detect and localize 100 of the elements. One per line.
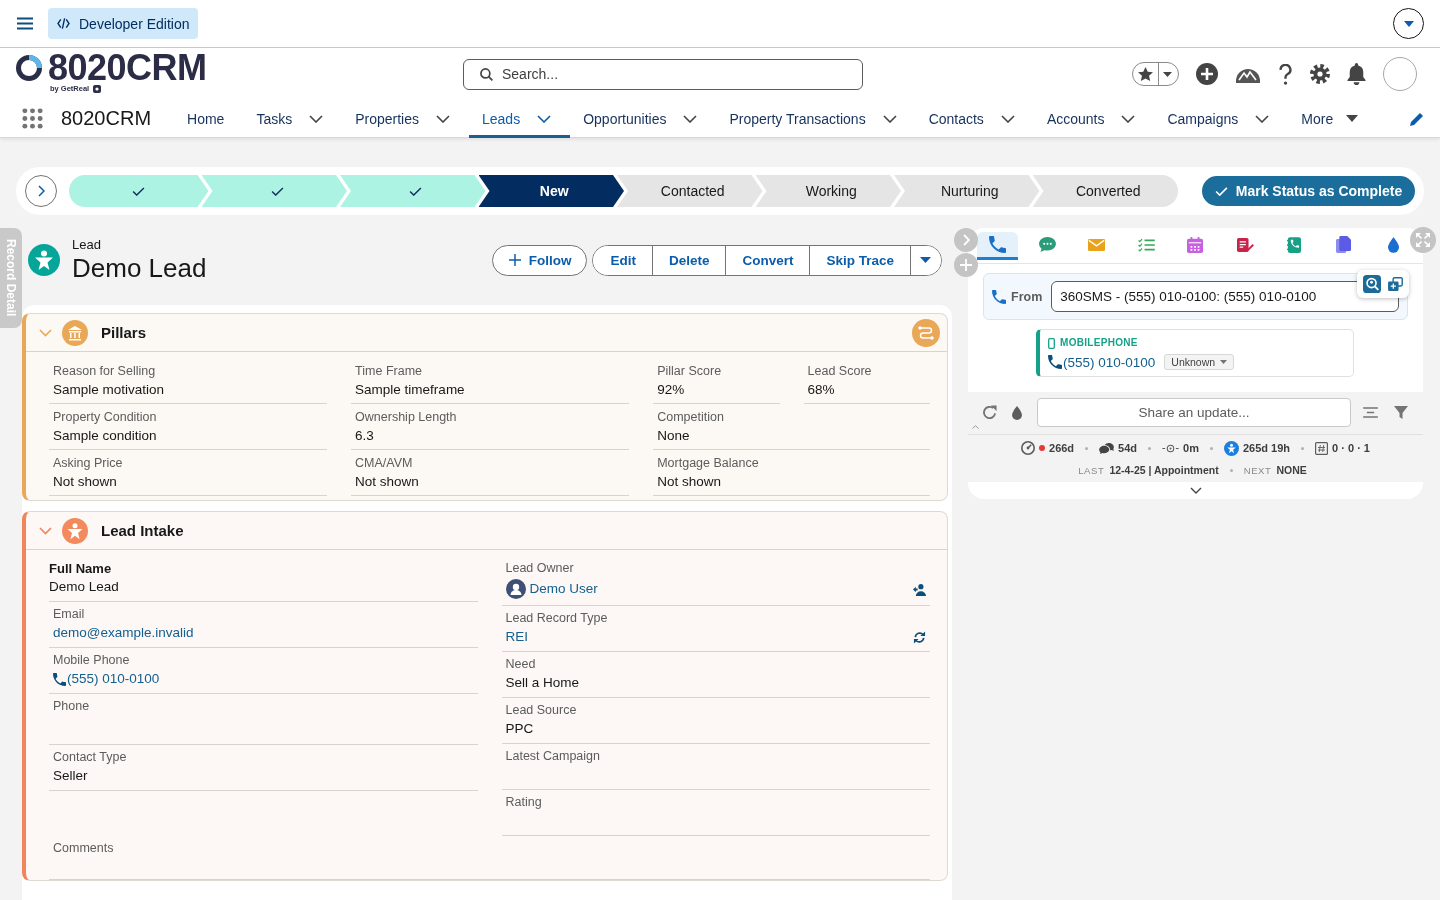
nav-tab[interactable]: Leads [469, 99, 571, 138]
field-label: Rating [505, 794, 542, 811]
documents-icon [1336, 236, 1352, 253]
field-label: Latest Campaign [505, 748, 600, 765]
chevron-down-icon[interactable] [309, 114, 324, 123]
phone-status-select[interactable]: Unknown [1164, 354, 1235, 370]
notifications-icon[interactable] [1347, 63, 1366, 85]
caret-down-icon [920, 257, 931, 263]
help-icon[interactable] [1278, 63, 1293, 85]
nav-tab[interactable]: Contacts [915, 99, 1034, 138]
chat-bubble-icon [1038, 237, 1056, 252]
from-label: From [1011, 289, 1043, 304]
contact-search-icon[interactable] [1363, 275, 1381, 293]
chevron-down-icon[interactable] [882, 114, 897, 123]
field-value: PPC [505, 720, 534, 738]
chevron-right-icon [962, 234, 970, 246]
mark-status-complete-button[interactable]: Mark Status as Complete [1202, 176, 1415, 206]
more-actions-button[interactable] [910, 245, 941, 275]
filter-icon[interactable] [1394, 406, 1408, 419]
next-label: NEXT [1243, 464, 1272, 476]
owner-link[interactable]: Demo User [529, 579, 598, 599]
refresh-icon[interactable] [981, 405, 997, 420]
object-label: Lead [72, 237, 102, 253]
check-icon [1214, 186, 1228, 196]
check-icon [270, 186, 284, 196]
from-select[interactable]: 360SMS - (555) 010-0100: (555) 010-0100 [1051, 281, 1399, 312]
person-icon [1223, 440, 1239, 456]
follow-button[interactable]: Follow [491, 244, 588, 276]
user-menu-button[interactable] [1393, 8, 1424, 39]
lead-icon [28, 244, 60, 276]
chevron-down-icon[interactable] [1189, 487, 1202, 494]
chevron-down-icon[interactable] [1255, 114, 1270, 123]
field-label: Pillar Score [657, 363, 722, 380]
notebook-icon [1235, 236, 1254, 253]
app-name: 8020CRM [61, 107, 152, 130]
logo-ring-icon [16, 55, 42, 81]
field-label: Contact Type [53, 749, 127, 766]
path-stage[interactable]: Converted [1032, 175, 1178, 207]
field-value: Sample condition [53, 427, 157, 445]
path-stage[interactable]: Contacted [617, 175, 763, 207]
logo-badge-icon [93, 84, 102, 93]
drop-icon [1387, 236, 1399, 253]
pencil-icon[interactable] [1410, 111, 1424, 126]
envelope-icon [1088, 238, 1106, 251]
path-toggle-button[interactable] [25, 175, 57, 207]
field-label: Lead Source [505, 702, 577, 719]
phone-link[interactable]: (555) 010-0100 [1063, 354, 1156, 370]
field-label: Mortgage Balance [657, 455, 759, 472]
more-tab[interactable]: More [1288, 99, 1378, 138]
last-label: LAST [1078, 464, 1105, 476]
nav-tab[interactable]: Home [174, 99, 244, 138]
change-owner-icon[interactable] [913, 582, 926, 596]
expand-icon [1416, 233, 1430, 247]
sort-lines-icon[interactable] [1363, 407, 1378, 418]
path-stage[interactable]: Working [755, 175, 901, 207]
add-icon[interactable] [1196, 63, 1218, 85]
stat-value: 265d 19h [1242, 442, 1291, 454]
path-stage[interactable] [340, 175, 486, 207]
settings-icon[interactable] [1310, 64, 1330, 84]
calendar-icon [1187, 236, 1204, 253]
chevron-down-icon[interactable] [1000, 114, 1015, 123]
section-title: Pillars [101, 324, 147, 341]
menu-icon[interactable] [17, 17, 33, 30]
nav-tab[interactable]: Tasks [243, 99, 343, 138]
chevron-down-icon[interactable] [436, 114, 450, 123]
nav-tab[interactable]: Property Transactions [716, 99, 916, 138]
nav-tab[interactable]: Accounts [1033, 99, 1155, 138]
phone-type-label: MOBILEPHONE [1060, 336, 1138, 350]
search-field[interactable]: Search... [463, 58, 863, 90]
next-activity-value: NONE [1276, 464, 1307, 476]
chevron-down-icon[interactable] [537, 114, 552, 123]
field-value: Not shown [657, 473, 721, 491]
path-stage[interactable]: New [478, 175, 624, 207]
last-activity-value: 12-4-25 | Appointment [1109, 464, 1219, 476]
share-update-field[interactable]: Share an update... [1037, 398, 1351, 427]
field-value: 6.3 [355, 427, 374, 445]
phone-link[interactable]: (555) 010-0100 [67, 669, 160, 689]
field-value: Sell a Home [505, 674, 580, 692]
field-label: Need [505, 656, 536, 673]
path-stage[interactable]: Nurturing [894, 175, 1040, 207]
chevron-down-icon[interactable] [683, 114, 698, 123]
phone-icon [1048, 355, 1062, 369]
drop-icon[interactable] [1012, 405, 1022, 420]
nav-tab[interactable]: Campaigns [1154, 99, 1289, 138]
nav-tab[interactable]: Properties [342, 99, 469, 138]
favorites-button[interactable] [1132, 62, 1179, 86]
swap-icon[interactable] [913, 630, 926, 644]
section-title: Lead Intake [101, 522, 184, 539]
add-window-icon[interactable] [1388, 277, 1403, 291]
nav-tab[interactable]: Opportunities [570, 99, 717, 138]
chevron-down-icon[interactable] [1121, 114, 1136, 123]
email-link[interactable]: demo@example.invalid [53, 625, 194, 640]
bank-icon [62, 319, 88, 346]
checklist-icon [1137, 237, 1155, 252]
record-type-link[interactable]: REI [505, 627, 528, 647]
app-launcher-icon[interactable] [22, 108, 43, 129]
star-icon [1138, 67, 1153, 81]
field-value: Sample timeframe [355, 381, 465, 399]
activity-tab[interactable] [977, 232, 1019, 260]
gauge-icon [1021, 441, 1035, 455]
